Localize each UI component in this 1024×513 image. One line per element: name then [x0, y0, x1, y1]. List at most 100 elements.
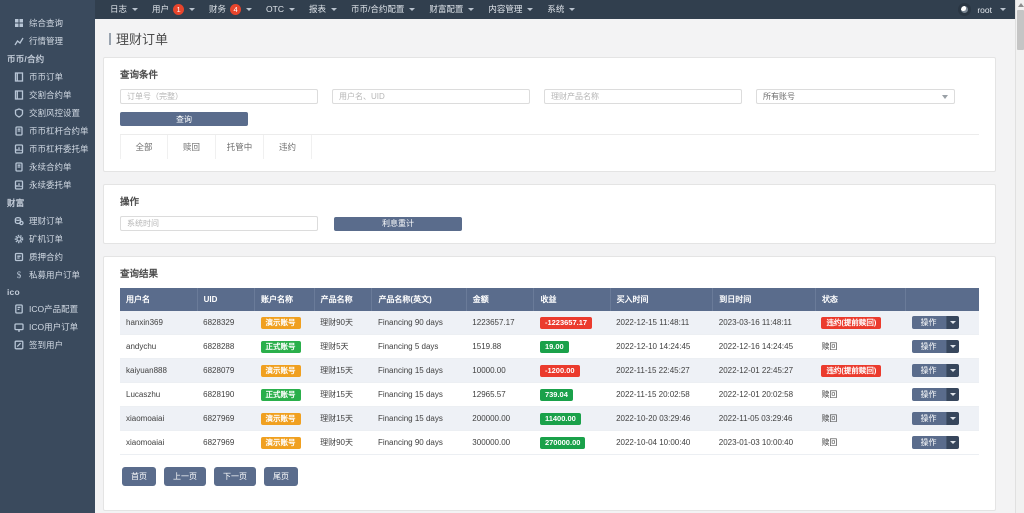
cell-buy-time: 2022-12-15 11:48:11	[610, 311, 713, 335]
column-header: 到日时间	[713, 288, 816, 311]
chevron-down-icon[interactable]	[1000, 8, 1006, 11]
operation-body: 利息重计	[104, 216, 995, 243]
cell-uid: 6827969	[197, 431, 254, 455]
current-user-label[interactable]: root	[977, 5, 992, 15]
sidebar-item[interactable]: $私募用户订单	[0, 266, 95, 284]
row-operation-dropdown-toggle[interactable]	[946, 412, 959, 425]
pagination-button[interactable]: 首页	[122, 467, 156, 486]
notification-badge: 4	[230, 4, 241, 15]
top-nav-item[interactable]: 财务 4	[202, 0, 259, 19]
user-input[interactable]	[332, 89, 530, 104]
chevron-down-icon	[950, 369, 956, 372]
sidebar-item[interactable]: 永续委托单	[0, 176, 95, 194]
sidebar-item[interactable]: 签到用户	[0, 336, 95, 354]
scrollbar-thumb[interactable]	[1017, 10, 1024, 50]
row-operation-dropdown-toggle[interactable]	[946, 436, 959, 449]
sidebar-item[interactable]: 质押合约	[0, 248, 95, 266]
avatar[interactable]	[958, 3, 971, 16]
top-nav-item[interactable]: 财富配置	[422, 0, 481, 19]
top-nav-item[interactable]: 系统	[540, 0, 582, 19]
cell-account-type: 演示账号	[255, 431, 315, 455]
recalculate-interest-button[interactable]: 利息重计	[334, 217, 462, 231]
top-nav-item[interactable]: 用户1	[145, 0, 202, 19]
row-operation-button[interactable]: 操作	[912, 340, 946, 353]
cell-product: 理财15天	[314, 407, 372, 431]
cell-username: Lucaszhu	[120, 383, 197, 407]
sidebar-item-label: 交割合约单	[29, 90, 72, 101]
sidebar-item[interactable]: 综合查询	[0, 14, 95, 32]
vertical-scrollbar[interactable]	[1015, 0, 1024, 513]
chevron-down-icon	[950, 417, 956, 420]
top-nav-item[interactable]: 报表	[302, 0, 344, 19]
doc-chart-icon	[14, 180, 24, 190]
status-filter-tab[interactable]: 违约	[264, 135, 312, 159]
row-action-group: 操作	[912, 388, 959, 401]
top-nav-item-label: 财富配置	[429, 0, 463, 19]
account-select[interactable]: 所有账号	[756, 89, 955, 104]
sidebar-item[interactable]: 币币杠杆委托单	[0, 140, 95, 158]
product-name-input[interactable]	[544, 89, 742, 104]
top-nav-items: 日志用户1 财务 4 OTC 报表币币/合约配置财富配置内容管理系统	[103, 0, 582, 19]
status-filter-tab[interactable]: 全部	[120, 135, 168, 159]
top-nav-item[interactable]: 币币/合约配置	[344, 0, 422, 19]
sidebar-item[interactable]: 永续合约单	[0, 158, 95, 176]
column-header: 买入时间	[610, 288, 713, 311]
row-operation-button[interactable]: 操作	[912, 412, 946, 425]
cell-buy-time: 2022-11-15 22:45:27	[610, 359, 713, 383]
sidebar-item[interactable]: ICO产品配置	[0, 300, 95, 318]
row-operation-button[interactable]: 操作	[912, 316, 946, 329]
row-operation-button[interactable]: 操作	[912, 364, 946, 377]
scroll-up-icon[interactable]	[1016, 0, 1024, 9]
sidebar-item[interactable]: 矿机订单	[0, 230, 95, 248]
top-nav-item[interactable]: 内容管理	[481, 0, 540, 19]
cell-status: 违约(提前赎回)	[815, 359, 905, 383]
row-operation-dropdown-toggle[interactable]	[946, 388, 959, 401]
sidebar-item[interactable]: 理财订单	[0, 212, 95, 230]
sidebar-item[interactable]: 交割风控设置	[0, 104, 95, 122]
avatar-dot	[961, 6, 968, 13]
sidebar-item[interactable]: 交割合约单	[0, 86, 95, 104]
row-operation-button[interactable]: 操作	[912, 388, 946, 401]
pagination-button[interactable]: 上一页	[164, 467, 206, 486]
cell-product: 理财90天	[314, 431, 372, 455]
column-header: 产品名称	[314, 288, 372, 311]
row-operation-button[interactable]: 操作	[912, 436, 946, 449]
cell-buy-time: 2022-11-15 20:02:58	[610, 383, 713, 407]
status-filter-tab[interactable]: 赎回	[168, 135, 216, 159]
row-operation-dropdown-toggle[interactable]	[946, 316, 959, 329]
sidebar-item-label: 永续委托单	[29, 180, 72, 191]
chevron-down-icon	[331, 8, 337, 11]
cell-username: hanxin369	[120, 311, 197, 335]
pagination-button[interactable]: 尾页	[264, 467, 298, 486]
cell-income: 11400.00	[534, 407, 610, 431]
sidebar-item[interactable]: 币币杠杆合约单	[0, 122, 95, 140]
pagination-button[interactable]: 下一页	[214, 467, 256, 486]
system-time-input[interactable]	[120, 216, 318, 231]
cell-operations: 操作	[906, 407, 979, 431]
cell-income: 270000.00	[534, 431, 610, 455]
table-row: xiaomoaiai6827969演示账号理财90天Financing 90 d…	[120, 431, 979, 455]
top-nav-item-label: 报表	[309, 0, 326, 19]
top-nav-item-label: 财务	[209, 0, 226, 19]
sidebar-item[interactable]: 币币订单	[0, 68, 95, 86]
top-nav-item[interactable]: OTC	[259, 0, 302, 19]
row-operation-dropdown-toggle[interactable]	[946, 364, 959, 377]
grid-icon	[14, 18, 24, 28]
row-operation-dropdown-toggle[interactable]	[946, 340, 959, 353]
page-content: 理财订单 查询条件 所有账号 查询 全部赎回托管中	[95, 19, 1024, 513]
config-icon	[14, 304, 24, 314]
dollar-icon: $	[14, 270, 24, 280]
cell-product-en: Financing 15 days	[372, 407, 466, 431]
top-nav-item[interactable]: 日志	[103, 0, 145, 19]
filter-row: 所有账号	[120, 89, 979, 104]
query-button[interactable]: 查询	[120, 112, 248, 126]
sidebar-item[interactable]: ICO用户订单	[0, 318, 95, 336]
chevron-down-icon	[132, 8, 138, 11]
doc-chart-icon	[14, 144, 24, 154]
cell-buy-time: 2022-10-20 03:29:46	[610, 407, 713, 431]
orders-table: 用户名UID账户名称产品名称产品名称(英文)金额收益买入时间到日时间状态 han…	[120, 288, 979, 455]
status-filter-tabs: 全部赎回托管中违约	[120, 134, 979, 159]
sidebar-item[interactable]: 行情管理	[0, 32, 95, 50]
order-no-input[interactable]	[120, 89, 318, 104]
status-filter-tab[interactable]: 托管中	[216, 135, 264, 159]
